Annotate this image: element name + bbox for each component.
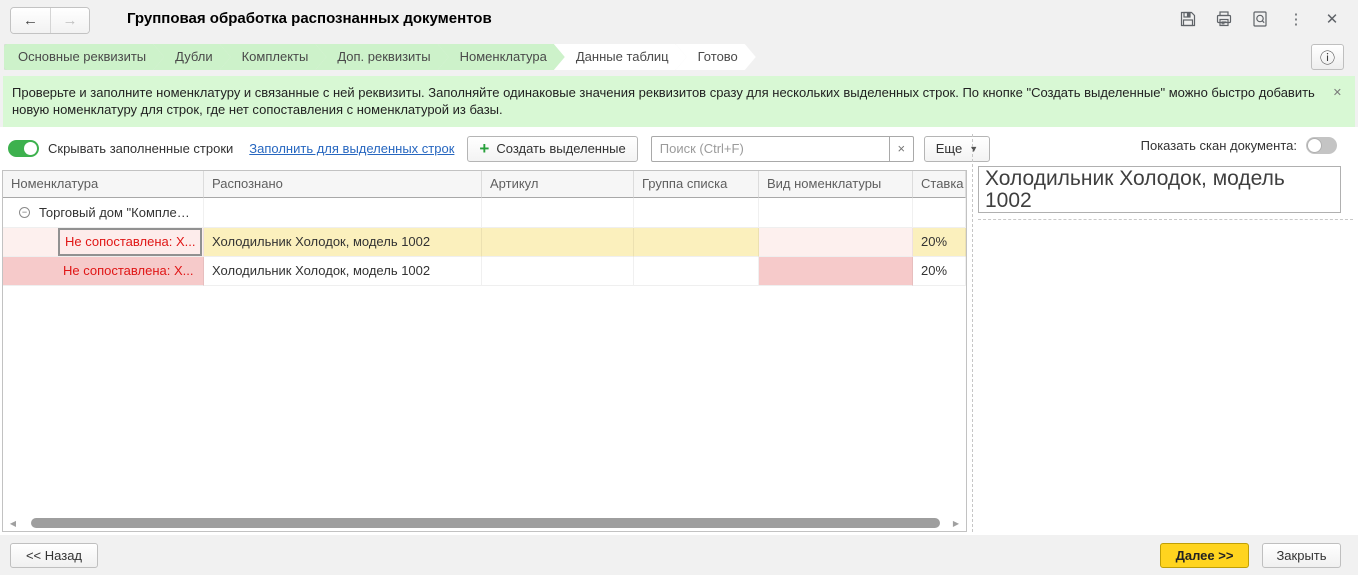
cell-article[interactable] [482,228,634,257]
hint-banner-text: Проверьте и заполните номенклатуру и свя… [12,85,1315,117]
table-row[interactable]: Не сопоставлена: Х... Холодильник Холодо… [3,257,966,286]
toggle-knob [24,142,37,155]
close-button[interactable]: Закрыть [1262,543,1341,568]
recognized-text-box[interactable]: Холодильник Холодок, модель 1002 [978,166,1341,213]
group-row[interactable]: − Торговый дом "Компле… [3,198,966,228]
cell-recognized[interactable]: Холодильник Холодок, модель 1002 [204,257,482,286]
cell-kind[interactable] [759,228,913,257]
info-icon: ⓘ [1320,47,1335,68]
cell-vat[interactable]: 20% [913,257,966,286]
search-input[interactable] [652,137,889,161]
print-icon[interactable] [1214,9,1234,29]
content-area: Скрывать заполненные строки Заполнить дл… [0,127,1358,535]
step-osnovnye-rekvizity[interactable]: Основные реквизиты [4,44,164,70]
col-raspoznano[interactable]: Распознано [204,171,482,198]
more-button[interactable]: Еще ▼ [924,136,990,162]
toggle-knob [1307,138,1322,153]
create-selected-button[interactable]: + Создать выделенные [467,136,637,162]
forward-arrow-icon: → [63,12,78,29]
table-header-row: Номенклатура Распознано Артикул Группа с… [3,171,966,198]
more-menu-icon[interactable]: ⋮ [1286,9,1306,29]
col-nomenklatura[interactable]: Номенклатура [3,171,204,198]
search-box: × [651,136,914,162]
horizontal-scrollbar[interactable]: ◀ ▶ [5,517,964,529]
step-dannye-tablic[interactable]: Данные таблиц [554,44,687,70]
preview-divider [978,219,1353,220]
step-komplekty[interactable]: Комплекты [220,44,327,70]
show-scan-label: Показать скан документа: [1141,138,1297,153]
history-nav: ← → [10,7,90,34]
next-button[interactable]: Далее >> [1160,543,1249,568]
col-vid-nomenklatury[interactable]: Вид номенклатуры [759,171,913,198]
hide-filled-label: Скрывать заполненные строки [48,141,233,156]
cell-article[interactable] [482,257,634,286]
fill-selected-link[interactable]: Заполнить для выделенных строк [249,141,454,156]
nomenclature-table: Номенклатура Распознано Артикул Группа с… [2,170,967,532]
cell-recognized[interactable]: Холодильник Холодок, модель 1002 [204,228,482,257]
more-button-label: Еще [936,141,962,156]
panel-divider [972,134,973,532]
scroll-right-icon[interactable]: ▶ [948,519,964,528]
table-row[interactable]: Не сопоставлена: Х... Холодильник Холодо… [3,228,966,257]
cell-list-group[interactable] [634,257,759,286]
col-artikul[interactable]: Артикул [482,171,634,198]
plus-icon: + [479,140,489,157]
cell-kind[interactable] [759,257,913,286]
footer-bar: << Назад Далее >> Закрыть [0,535,1358,575]
hide-filled-toggle[interactable] [8,140,39,157]
cell-vat[interactable]: 20% [913,228,966,257]
step-gotovo[interactable]: Готово [676,44,756,70]
show-scan-toggle[interactable] [1306,137,1337,154]
search-clear-icon[interactable]: × [889,137,913,161]
banner-close-icon[interactable]: ✕ [1333,85,1342,102]
info-button[interactable]: ⓘ [1311,44,1344,70]
window-close-icon[interactable]: ✕ [1322,9,1342,29]
col-stavka-nds[interactable]: Ставка Н [913,171,966,198]
step-dop-rekvizity[interactable]: Доп. реквизиты [315,44,448,70]
col-gruppa-spiska[interactable]: Группа списка [634,171,759,198]
scrollbar-thumb[interactable] [31,518,940,528]
create-selected-label: Создать выделенные [496,141,625,156]
group-row-label: Торговый дом "Компле… [39,198,190,227]
collapse-group-icon[interactable]: − [19,207,30,218]
wizard-steps: Основные реквизиты Дубли Комплекты Доп. … [4,44,756,70]
cell-nomenclature[interactable]: Не сопоставлена: Х... [3,228,204,257]
back-arrow-icon: ← [23,12,38,29]
table-toolbar: Скрывать заполненные строки Заполнить дл… [8,135,990,162]
forward-arrow-button[interactable]: → [50,8,89,33]
cell-nomenclature[interactable]: Не сопоставлена: Х... [3,257,204,286]
hint-banner: Проверьте и заполните номенклатуру и свя… [3,76,1355,127]
scrollbar-track[interactable] [21,518,948,528]
scroll-left-icon[interactable]: ◀ [5,519,21,528]
step-dubli[interactable]: Дубли [153,44,230,70]
focused-cell[interactable]: Не сопоставлена: Х... [58,228,202,256]
step-nomenklatura[interactable]: Номенклатура [438,44,565,70]
save-icon[interactable] [1178,9,1198,29]
title-bar: ← → Групповая обработка распознанных док… [0,0,1358,40]
back-button[interactable]: << Назад [10,543,98,568]
chevron-down-icon: ▼ [969,144,978,154]
back-arrow-button[interactable]: ← [11,8,50,33]
page-title: Групповая обработка распознанных докумен… [127,10,492,27]
cell-list-group[interactable] [634,228,759,257]
print-preview-icon[interactable] [1250,9,1270,29]
